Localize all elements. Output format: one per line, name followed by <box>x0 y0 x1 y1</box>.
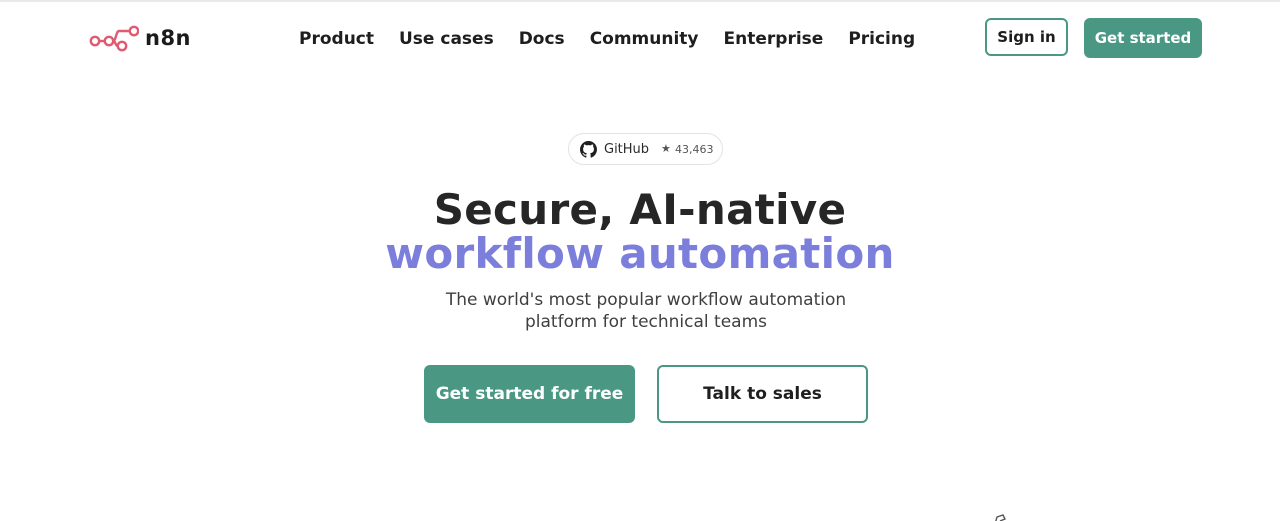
site-header: n8n Product Use cases Docs Community Ent… <box>0 0 1280 78</box>
nav-item-community[interactable]: Community <box>590 29 699 49</box>
github-label: GitHub <box>604 142 650 157</box>
hero-subtitle: The world's most popular workflow automa… <box>445 290 847 332</box>
main-nav: Product Use cases Docs Community Enterpr… <box>299 27 915 51</box>
hero-title-line2: workflow automation <box>385 229 895 278</box>
nav-item-docs[interactable]: Docs <box>519 29 565 49</box>
brand-name: n8n <box>145 26 192 50</box>
nav-item-product[interactable]: Product <box>299 29 374 49</box>
github-star-count: 43,463 <box>675 143 714 156</box>
nav-item-enterprise[interactable]: Enterprise <box>724 29 824 49</box>
get-started-free-button[interactable]: Get started for free <box>424 365 635 423</box>
hero-title-line1: Secure, AI-native <box>433 185 847 234</box>
partial-icon <box>992 510 1008 521</box>
nav-item-pricing[interactable]: Pricing <box>848 29 915 49</box>
star-icon: ★ <box>661 142 671 155</box>
get-started-button[interactable]: Get started <box>1084 18 1202 58</box>
nav-item-use-cases[interactable]: Use cases <box>399 29 494 49</box>
github-icon <box>580 141 597 158</box>
page: n8n Product Use cases Docs Community Ent… <box>0 0 1280 521</box>
talk-to-sales-button[interactable]: Talk to sales <box>657 365 868 423</box>
n8n-logo-icon <box>89 24 139 52</box>
brand-logo[interactable]: n8n <box>89 22 191 54</box>
sign-in-button[interactable]: Sign in <box>985 18 1068 56</box>
github-stars-badge[interactable]: GitHub ★ 43,463 <box>568 133 723 165</box>
